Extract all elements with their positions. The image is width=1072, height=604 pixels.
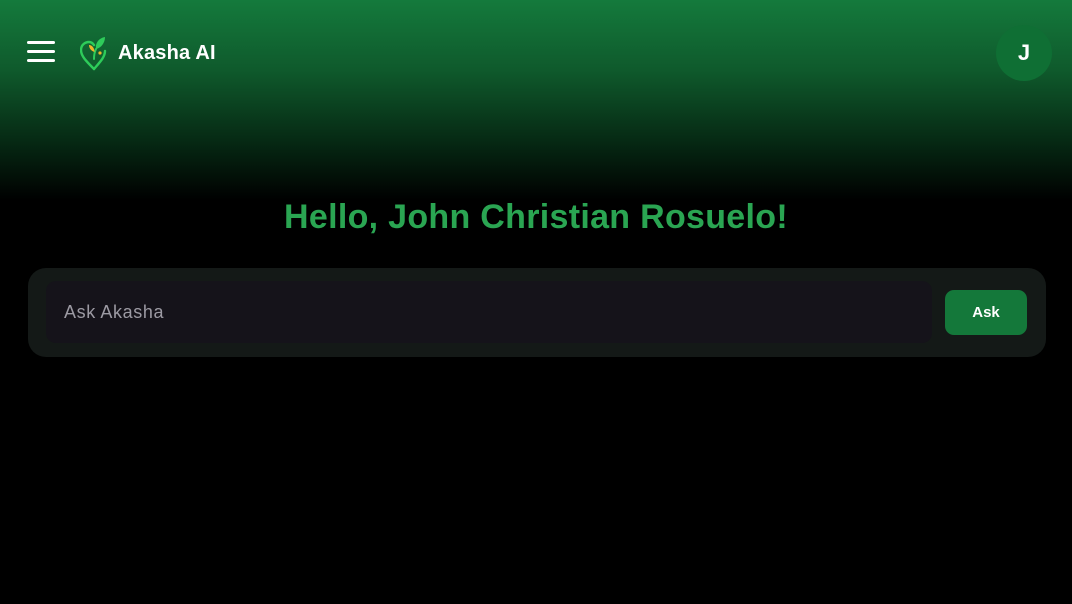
app-root: Akasha AI J Hello, John Christian Rosuel… <box>0 0 1072 604</box>
top-bar: Akasha AI J <box>0 0 1072 104</box>
menu-bar-line <box>27 41 55 44</box>
menu-bar-line <box>27 59 55 62</box>
hamburger-menu-icon[interactable] <box>24 38 58 68</box>
avatar-initial: J <box>1017 40 1031 65</box>
ask-button[interactable]: Ask <box>945 290 1027 335</box>
menu-bar-line <box>27 50 55 53</box>
user-avatar[interactable]: J <box>996 25 1052 81</box>
brand-name: Akasha AI <box>118 41 216 64</box>
greeting-title: Hello, John Christian Rosuelo! <box>284 198 788 236</box>
brand[interactable]: Akasha AI <box>80 35 216 71</box>
akasha-logo-icon <box>80 37 107 71</box>
ask-input[interactable] <box>46 281 932 343</box>
ask-panel: Ask <box>28 268 1046 357</box>
